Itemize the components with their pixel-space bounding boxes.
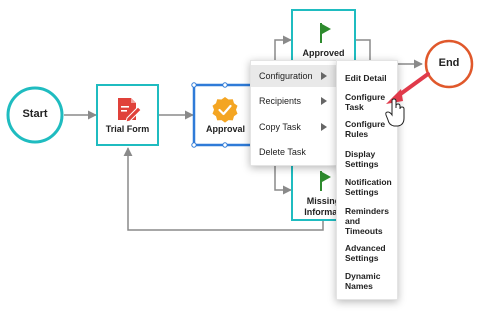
menu-item-label: Recipients xyxy=(259,96,302,106)
submenu-item-label: Configure xyxy=(345,92,386,102)
menu-item-copy-task[interactable]: Copy Task xyxy=(251,116,337,138)
trial-form-label: Trial Form xyxy=(105,124,150,134)
submenu-item-reminders-and-timeouts[interactable]: Reminders and Timeouts xyxy=(337,206,397,236)
submenu-item-label: Settings xyxy=(345,253,379,263)
submenu-item-label: Timeouts xyxy=(345,226,383,236)
end-label: End xyxy=(438,57,460,69)
start-label: Start xyxy=(22,108,48,120)
submenu-item-label: Display xyxy=(345,149,376,159)
submenu-item-configure-rules[interactable]: Configure Rules xyxy=(337,119,397,139)
submenu-item-label: Advanced xyxy=(345,243,386,253)
submenu-item-label: Configure xyxy=(345,119,386,129)
approval-label: Approval xyxy=(205,124,245,134)
submenu-item-label: Notification xyxy=(345,177,392,187)
menu-item-label: Delete Task xyxy=(259,147,306,157)
submenu-item-edit-detail[interactable]: Edit Detail xyxy=(337,73,397,83)
submenu-item-display-settings[interactable]: Display Settings xyxy=(337,149,397,169)
menu-item-label: Copy Task xyxy=(259,122,301,132)
chevron-right-icon xyxy=(321,97,327,105)
submenu-item-label: Rules xyxy=(345,129,369,139)
submenu-item-label: Names xyxy=(345,281,373,291)
menu-item-recipients[interactable]: Recipients xyxy=(251,90,337,112)
chevron-right-icon xyxy=(321,72,327,80)
submenu-item-label: Settings xyxy=(345,159,379,169)
submenu-item-label: Task xyxy=(345,102,364,112)
approved-label: Approved xyxy=(302,48,345,58)
submenu-item-configure-task[interactable]: Configure Task xyxy=(337,92,397,112)
submenu-item-advanced-settings[interactable]: Advanced Settings xyxy=(337,243,397,263)
context-menu: Configuration Recipients Copy Task Delet… xyxy=(250,60,338,166)
submenu-item-label: and xyxy=(345,216,361,226)
menu-item-configuration[interactable]: Configuration xyxy=(251,65,337,87)
menu-item-label: Configuration xyxy=(259,71,313,81)
submenu-item-label: Reminders xyxy=(345,206,389,216)
submenu-item-label: Edit Detail xyxy=(345,73,387,83)
configuration-submenu: Edit Detail Configure Task Configure Rul… xyxy=(336,60,398,300)
submenu-item-label: Dynamic xyxy=(345,271,381,281)
chevron-right-icon xyxy=(321,123,327,131)
submenu-item-notification-settings[interactable]: Notification Settings xyxy=(337,177,397,197)
menu-item-delete-task[interactable]: Delete Task xyxy=(251,141,337,163)
submenu-item-label: Settings xyxy=(345,187,379,197)
submenu-item-dynamic-names[interactable]: Dynamic Names xyxy=(337,271,397,291)
